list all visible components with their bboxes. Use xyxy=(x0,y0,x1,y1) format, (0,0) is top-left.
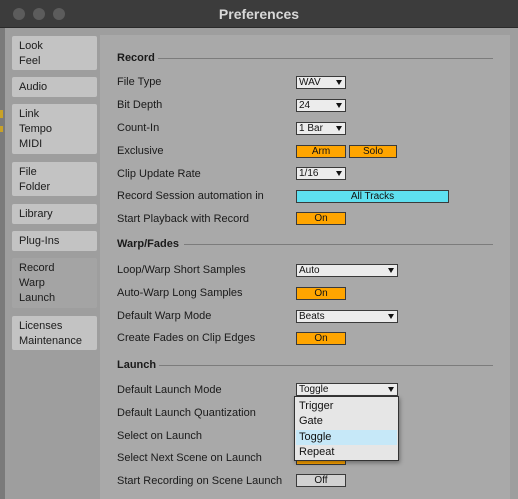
sidebar-item-library[interactable]: Library xyxy=(12,204,97,224)
edge-mark xyxy=(0,110,3,118)
dropdown-value: 1 Bar xyxy=(299,123,323,134)
sidebar-item-label: Folder xyxy=(19,181,51,193)
select-next-scene-label: Select Next Scene on Launch xyxy=(117,452,262,464)
sidebar-item-label: Feel xyxy=(19,55,41,67)
loop-warp-dropdown[interactable]: Auto xyxy=(296,264,398,277)
create-fades-toggle[interactable]: On xyxy=(296,332,346,345)
sidebar-item-licenses-maintenance[interactable]: Licenses Maintenance xyxy=(12,316,97,350)
auto-warp-label: Auto-Warp Long Samples xyxy=(117,287,243,299)
menu-item-toggle[interactable]: Toggle xyxy=(296,430,397,445)
sidebar-item-label: Library xyxy=(19,208,53,220)
sidebar-item-label: Maintenance xyxy=(19,335,82,347)
exclusive-solo-button[interactable]: Solo xyxy=(349,145,397,158)
chevron-down-icon xyxy=(336,126,342,131)
count-in-dropdown[interactable]: 1 Bar xyxy=(296,122,346,135)
launch-mode-menu: Trigger Gate Toggle Repeat xyxy=(294,396,399,461)
auto-warp-toggle[interactable]: On xyxy=(296,287,346,300)
sidebar-item-file-folder[interactable]: File Folder xyxy=(12,162,97,196)
exclusive-arm-button[interactable]: Arm xyxy=(296,145,346,158)
chevron-down-icon xyxy=(388,387,394,392)
dropdown-value: 24 xyxy=(299,100,311,111)
chevron-down-icon xyxy=(336,171,342,176)
sidebar-item-audio[interactable]: Audio xyxy=(12,77,97,97)
chevron-down-icon xyxy=(336,103,342,108)
menu-item-gate[interactable]: Gate xyxy=(296,414,397,429)
select-on-launch-label: Select on Launch xyxy=(117,430,203,442)
sidebar-item-plug-ins[interactable]: Plug-Ins xyxy=(12,231,97,251)
edge-mark xyxy=(0,126,3,132)
default-launch-mode-label: Default Launch Mode xyxy=(117,384,222,396)
dropdown-value: Auto xyxy=(299,265,320,276)
sidebar-item-label: Link xyxy=(19,108,40,120)
bit-depth-dropdown[interactable]: 24 xyxy=(296,99,346,112)
chevron-down-icon xyxy=(388,268,394,273)
sidebar-item-record-warp-launch[interactable]: Record Warp Launch xyxy=(12,258,97,308)
record-session-automation-button[interactable]: All Tracks xyxy=(296,190,449,203)
bit-depth-label: Bit Depth xyxy=(117,99,163,111)
window-title: Preferences xyxy=(218,6,300,22)
sidebar-item-label: Licenses xyxy=(19,320,63,332)
menu-item-repeat[interactable]: Repeat xyxy=(296,445,397,460)
file-type-label: File Type xyxy=(117,76,162,88)
exclusive-label: Exclusive xyxy=(117,145,164,157)
sidebar-item-label: Launch xyxy=(19,292,56,304)
default-warp-mode-label: Default Warp Mode xyxy=(117,310,212,322)
chevron-down-icon xyxy=(388,314,394,319)
default-launch-mode-dropdown[interactable]: Toggle xyxy=(296,383,398,396)
section-divider xyxy=(159,365,493,366)
record-session-automation-label: Record Session automation in xyxy=(117,190,264,202)
count-in-label: Count-In xyxy=(117,122,160,134)
sidebar-item-link-tempo-midi[interactable]: Link Tempo MIDI xyxy=(12,104,97,154)
start-playback-toggle[interactable]: On xyxy=(296,212,346,225)
sidebar-item-label: Record xyxy=(19,262,55,274)
sidebar-item-label: Plug-Ins xyxy=(19,235,60,247)
title-bar: Preferences xyxy=(0,0,518,28)
sidebar-item-label: Look xyxy=(19,40,43,52)
chevron-down-icon xyxy=(336,80,342,85)
section-divider xyxy=(158,58,493,59)
clip-update-rate-dropdown[interactable]: 1/16 xyxy=(296,167,346,180)
sidebar-item-label: Tempo xyxy=(19,123,53,135)
sidebar: Look Feel Audio Link Tempo MIDI File Fol… xyxy=(5,28,100,499)
default-warp-mode-dropdown[interactable]: Beats xyxy=(296,310,398,323)
sidebar-item-label: Audio xyxy=(19,81,48,93)
start-playback-label: Start Playback with Record xyxy=(117,213,250,225)
start-recording-label: Start Recording on Scene Launch xyxy=(117,475,283,487)
sidebar-item-look-feel[interactable]: Look Feel xyxy=(12,36,97,70)
section-heading-launch: Launch xyxy=(117,359,157,371)
start-recording-toggle[interactable]: Off xyxy=(296,474,346,487)
default-launch-quantization-label: Default Launch Quantization xyxy=(117,407,256,419)
section-heading-warp-fades: Warp/Fades xyxy=(117,238,179,250)
sidebar-item-label: MIDI xyxy=(19,138,43,150)
dropdown-value: Toggle xyxy=(299,384,329,395)
dropdown-value: WAV xyxy=(299,77,321,88)
section-heading-record: Record xyxy=(117,52,155,64)
sidebar-item-label: File xyxy=(19,166,37,178)
clip-update-rate-label: Clip Update Rate xyxy=(117,168,201,180)
loop-warp-label: Loop/Warp Short Samples xyxy=(117,264,246,276)
dropdown-value: 1/16 xyxy=(299,168,319,179)
create-fades-label: Create Fades on Clip Edges xyxy=(117,332,256,344)
section-divider xyxy=(184,244,493,245)
sidebar-item-label: Warp xyxy=(19,277,45,289)
dropdown-value: Beats xyxy=(299,311,325,322)
menu-item-trigger[interactable]: Trigger xyxy=(296,399,397,414)
file-type-dropdown[interactable]: WAV xyxy=(296,76,346,89)
